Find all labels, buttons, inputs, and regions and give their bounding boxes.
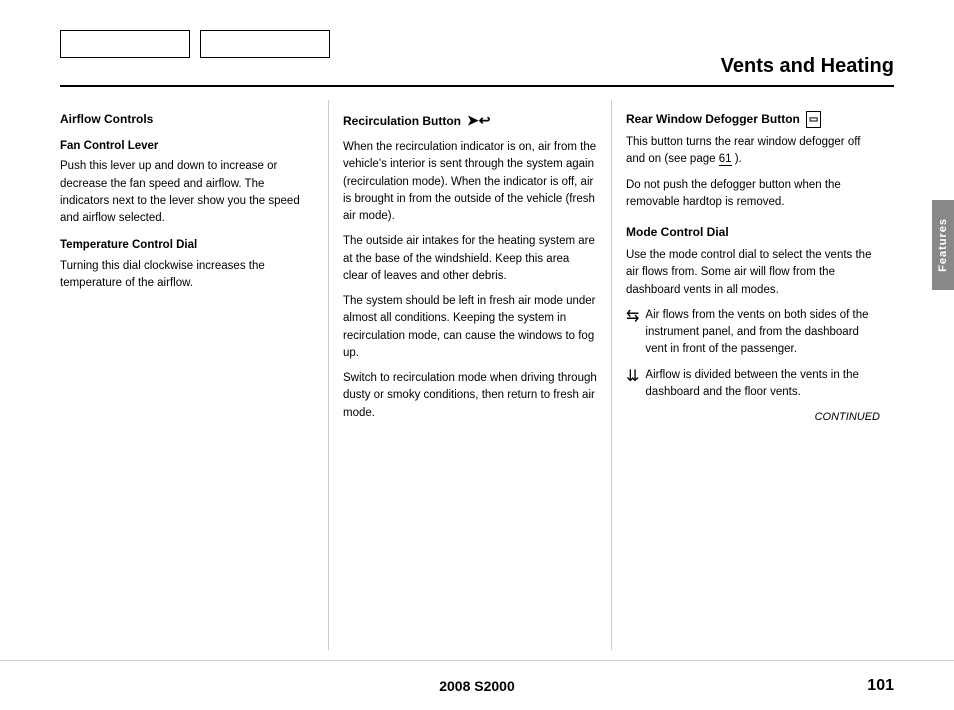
page-container: Vents and Heating Features Airflow Contr…: [0, 0, 954, 710]
title-rule: [60, 85, 894, 87]
col2-para1: When the recirculation indicator is on, …: [343, 139, 597, 225]
side-tab: Features: [932, 200, 954, 290]
page-title: Vents and Heating: [721, 55, 894, 78]
defogger-heading-text: Rear Window Defogger Button: [626, 110, 800, 128]
top-tabs: [60, 30, 330, 58]
col1-fan-title: Fan Control Lever: [60, 138, 314, 155]
col2-para3: The system should be left in fresh air m…: [343, 293, 597, 362]
defogger-page-link[interactable]: 61: [719, 153, 732, 166]
defogger-body-text: This button turns the rear window defogg…: [626, 136, 860, 165]
col2-heading-text: Recirculation Button: [343, 112, 461, 130]
mode-control-body: Use the mode control dial to select the …: [626, 247, 880, 299]
defogger-body: This button turns the rear window defogg…: [626, 134, 880, 169]
col1-section-title: Airflow Controls: [60, 110, 314, 128]
col2: Recirculation Button ➤↩ When the recircu…: [328, 100, 611, 650]
col1-fan-body: Push this lever up and down to increase …: [60, 158, 314, 227]
continued-text: CONTINUED: [626, 409, 880, 426]
col2-para2: The outside air intakes for the heating …: [343, 233, 597, 285]
col1: Airflow Controls Fan Control Lever Push …: [60, 100, 328, 650]
col1-temp-title: Temperature Control Dial: [60, 237, 314, 254]
recirc-icon: ➤↩: [467, 110, 490, 131]
col2-para4: Switch to recirculation mode when drivin…: [343, 370, 597, 422]
footer-center: 2008 S2000: [439, 678, 515, 694]
defogger-do-not: Do not push the defogger button when the…: [626, 177, 880, 212]
tab-1[interactable]: [60, 30, 190, 58]
col1-temp-body: Turning this dial clockwise increases th…: [60, 258, 314, 293]
airflow-text-2: Airflow is divided between the vents in …: [645, 367, 880, 402]
airflow-arrow-icon-1: ⇆: [626, 305, 639, 329]
footer: 2008 S2000 101: [0, 660, 954, 710]
page-title-area: Vents and Heating: [721, 55, 894, 78]
airflow-item-1: ⇆ Air flows from the vents on both sides…: [626, 307, 880, 359]
content-area: Airflow Controls Fan Control Lever Push …: [60, 100, 894, 650]
airflow-text-1: Air flows from the vents on both sides o…: [645, 307, 880, 359]
mode-control-heading: Mode Control Dial: [626, 223, 880, 241]
tab-2[interactable]: [200, 30, 330, 58]
col3: Rear Window Defogger Button ▭ This butto…: [611, 100, 894, 650]
footer-page-number: 101: [814, 677, 894, 695]
defogger-body-text2: ).: [732, 153, 742, 165]
side-tab-label: Features: [937, 218, 949, 272]
airflow-arrow-icon-2: ⇊: [626, 365, 639, 389]
col2-heading: Recirculation Button ➤↩: [343, 110, 597, 131]
airflow-item-2: ⇊ Airflow is divided between the vents i…: [626, 367, 880, 402]
defogger-heading: Rear Window Defogger Button ▭: [626, 110, 880, 128]
defogger-icon: ▭: [806, 111, 821, 128]
